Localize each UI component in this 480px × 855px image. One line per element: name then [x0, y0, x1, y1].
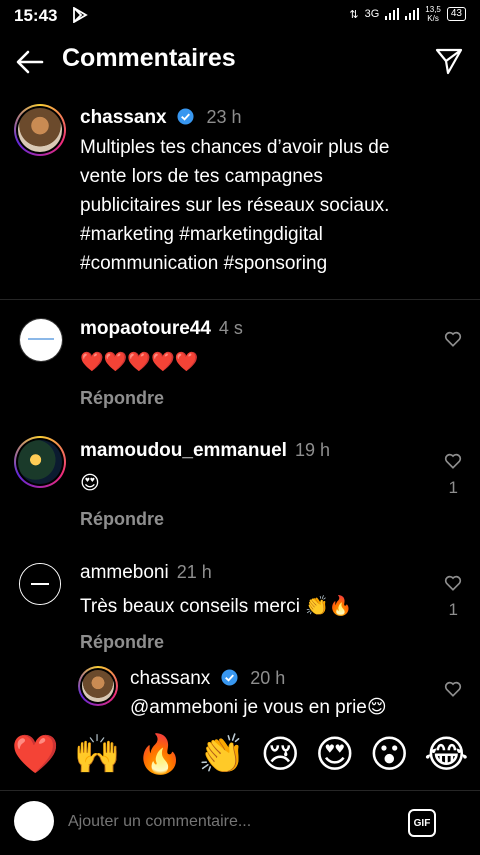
emoji-heart[interactable]: ❤️ — [11, 736, 58, 774]
reply-item: chassanx 20 h @ammeboni je vous en prie😌 — [130, 668, 440, 718]
comment-input-bar: GIF — [0, 790, 480, 855]
gif-button[interactable]: GIF — [408, 809, 436, 837]
like-heart-icon[interactable] — [444, 680, 462, 698]
comment-text: 😍 — [80, 473, 100, 494]
reply-username[interactable]: chassanx — [130, 668, 210, 689]
comment-input[interactable] — [68, 813, 388, 831]
verified-badge-icon — [221, 669, 238, 686]
caption-time: 23 h — [206, 107, 242, 127]
caption-avatar[interactable] — [14, 104, 66, 156]
reply-text: @ammeboni je vous en prie😌 — [130, 697, 387, 718]
reply-button[interactable]: Répondre — [80, 509, 440, 530]
caption-username[interactable]: chassanx — [80, 107, 167, 128]
emoji-laughing[interactable]: 😂 — [424, 736, 468, 774]
verified-badge-icon — [177, 108, 194, 125]
back-arrow-icon[interactable] — [14, 46, 46, 78]
reply-avatar[interactable] — [78, 666, 118, 706]
emoji-clap[interactable]: 👏 — [198, 736, 245, 774]
reply-time: 20 h — [250, 668, 286, 688]
emoji-quick-bar: ❤️ 🙌 🔥 👏 😢 😍 😮 😂 — [0, 718, 480, 792]
post-caption: chassanx 23 h Multiples tes chances d’av… — [80, 107, 440, 278]
caption-hashtags[interactable]: #communication #sponsoring — [80, 249, 440, 278]
network-type: 3G — [364, 8, 380, 20]
emoji-heart-eyes[interactable]: 😍 — [315, 736, 355, 774]
reply-button[interactable]: Répondre — [80, 388, 440, 409]
like-count: 1 — [448, 478, 458, 497]
comment-text: ❤️❤️❤️❤️❤️ — [80, 352, 199, 373]
comment-item: ammeboni 21 h Très beaux conseils merci 👏… — [80, 562, 440, 653]
comment-time: 4 s — [218, 318, 243, 338]
emoji-raised-hands[interactable]: 🙌 — [74, 736, 121, 774]
page-title: Commentaires — [62, 44, 236, 72]
net-speed-unit: K/s — [427, 14, 439, 23]
caption-line: vente lors de tes campagnes — [80, 166, 323, 187]
caption-line: Multiples tes chances d’avoir plus de — [80, 137, 390, 158]
caption-text: Multiples tes chances d’avoir plus de ve… — [80, 133, 440, 278]
header: Commentaires — [0, 40, 480, 82]
comment-item: mamoudou_emmanuel 19 h 😍 Répondre — [80, 440, 440, 530]
net-speed: 13,5 K/s — [425, 5, 441, 23]
comment-avatar[interactable] — [19, 563, 61, 605]
emoji-surprised[interactable]: 😮 — [370, 736, 410, 774]
caption-line: publicitaires sur les réseaux sociaux. — [80, 195, 390, 216]
emoji-fire[interactable]: 🔥 — [136, 736, 183, 774]
user-avatar — [14, 801, 54, 841]
like-heart-icon[interactable] — [444, 330, 462, 348]
caption-hashtags[interactable]: #marketing #marketingdigital — [80, 220, 440, 249]
comment-username[interactable]: ammeboni — [80, 562, 169, 583]
status-time: 15:43 — [14, 6, 58, 25]
comment-time: 21 h — [176, 562, 212, 582]
status-icons: ⇅ 3G 13,5 K/s 43 — [349, 5, 466, 23]
battery-icon: 43 — [446, 7, 466, 21]
status-bar: 15:43 ⇅ 3G 13,5 K/s 43 — [0, 0, 480, 30]
signal-icon-2 — [405, 8, 420, 20]
divider — [0, 299, 480, 300]
comment-time: 19 h — [294, 440, 330, 460]
net-speed-value: 13,5 — [425, 5, 441, 14]
like-heart-icon[interactable] — [444, 574, 462, 592]
comment-avatar[interactable] — [19, 318, 63, 362]
emoji-crying[interactable]: 😢 — [260, 736, 300, 774]
comment-text: Très beaux conseils merci 👏🔥 — [80, 596, 353, 617]
signal-icon — [385, 8, 400, 20]
play-store-icon — [73, 7, 88, 23]
share-send-icon[interactable] — [434, 46, 464, 76]
like-count: 1 — [448, 600, 458, 619]
comment-avatar[interactable] — [14, 436, 66, 488]
data-transfer-icon: ⇅ — [349, 8, 359, 21]
comment-username[interactable]: mopaotoure44 — [80, 318, 211, 339]
comment-username[interactable]: mamoudou_emmanuel — [80, 440, 287, 461]
comment-item: mopaotoure44 4 s ❤️❤️❤️❤️❤️ Répondre — [80, 318, 440, 409]
like-heart-icon[interactable] — [444, 452, 462, 470]
reply-button[interactable]: Répondre — [80, 632, 440, 653]
